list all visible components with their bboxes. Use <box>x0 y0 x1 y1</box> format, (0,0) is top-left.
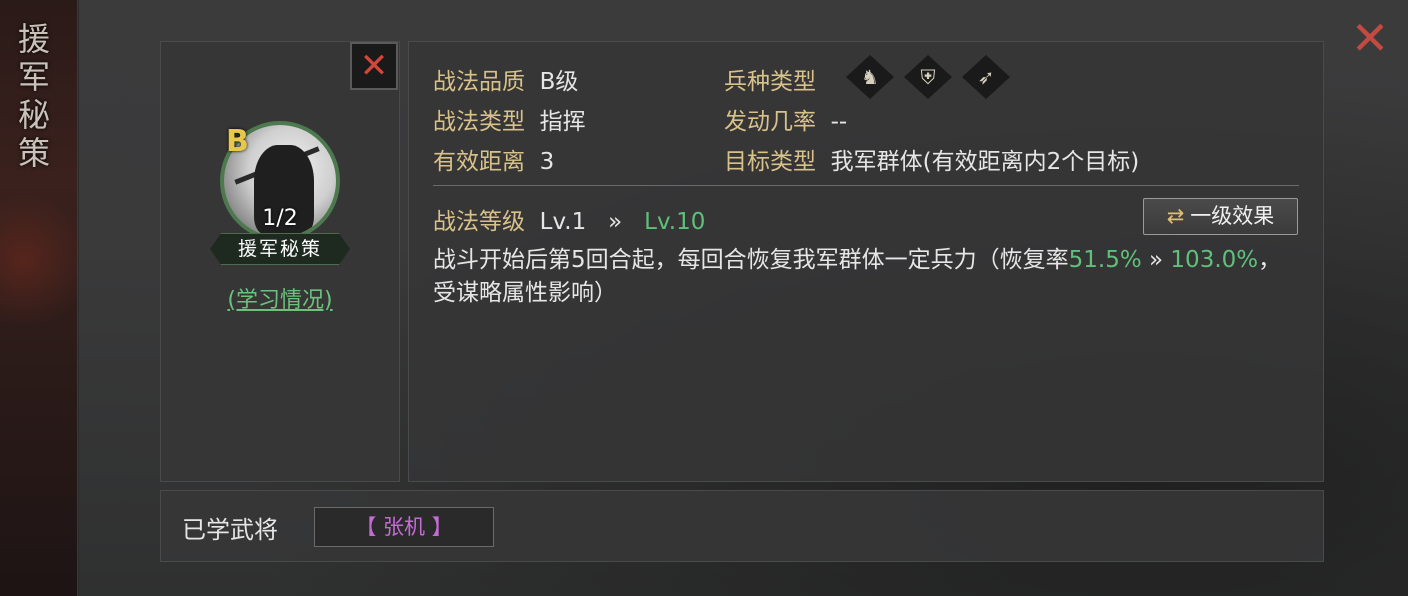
type-value: 指挥 <box>539 109 586 135</box>
learned-label: 已学武将 <box>182 516 278 544</box>
side-title-strip: 援军秘策 <box>0 0 78 596</box>
troop-label: 兵种类型 <box>724 69 816 95</box>
quality-value: B级 <box>539 69 579 95</box>
vertical-title: 援军秘策 <box>17 20 50 172</box>
learned-general-tag[interactable]: 【 张机 】 <box>314 507 494 547</box>
level-row: 战法等级 Lv.1 » Lv.10 <box>433 202 705 236</box>
grade-badge: B <box>226 124 249 159</box>
desc-part1: 战斗开始后第5回合起，每回合恢复我军群体一定兵力（恢复率 <box>433 247 1069 273</box>
level-arrow: » <box>608 209 623 235</box>
learn-status-link[interactable]: (学习情况) <box>200 282 360 314</box>
desc-arrow: » <box>1141 247 1171 273</box>
range-value: 3 <box>539 149 555 175</box>
cavalry-icon[interactable]: ♞ <box>846 55 894 99</box>
type-row: 战法类型 指挥 <box>433 102 586 136</box>
swap-icon: ⇄ <box>1166 204 1185 228</box>
divider <box>433 185 1299 186</box>
type-label: 战法类型 <box>433 109 525 135</box>
desc-rate-low: 51.5% <box>1068 247 1142 273</box>
quality-row: 战法品质 B级 <box>433 62 578 96</box>
close-window-icon[interactable]: ✕ <box>1348 15 1392 61</box>
target-row: 目标类型 我军群体(有效距离内2个目标) <box>724 142 1139 176</box>
shield-icon[interactable]: ⛨ <box>904 55 952 99</box>
level-label: 战法等级 <box>433 209 525 235</box>
quality-label: 战法品质 <box>433 69 525 95</box>
skill-description: 战斗开始后第5回合起，每回合恢复我军群体一定兵力（恢复率51.5% » 103.… <box>433 244 1293 310</box>
range-row: 有效距离 3 <box>433 142 554 176</box>
strip-glow <box>0 180 78 340</box>
bow-icon[interactable]: ➶ <box>962 55 1010 99</box>
level-current: Lv.1 <box>539 209 587 235</box>
level-max: Lv.10 <box>644 209 706 235</box>
effect-toggle-button[interactable]: ⇄ 一级效果 <box>1143 198 1298 235</box>
rate-label: 发动几率 <box>724 109 816 135</box>
rate-value: -- <box>830 109 848 135</box>
desc-rate-high: 103.0% <box>1170 247 1259 273</box>
range-label: 有效距离 <box>433 149 525 175</box>
target-value: 我军群体(有效距离内2个目标) <box>830 149 1140 175</box>
skill-progress: 1/2 <box>262 206 298 231</box>
remove-skill-button[interactable]: ✕ <box>350 42 398 90</box>
rate-row: 发动几率 -- <box>724 102 847 136</box>
target-label: 目标类型 <box>724 149 816 175</box>
troop-icons: ♞ ⛨ ➶ <box>846 55 1010 99</box>
effect-button-label: 一级效果 <box>1190 204 1275 228</box>
skill-name-banner: 援军秘策 <box>210 233 350 265</box>
troop-row: 兵种类型 <box>724 62 816 96</box>
